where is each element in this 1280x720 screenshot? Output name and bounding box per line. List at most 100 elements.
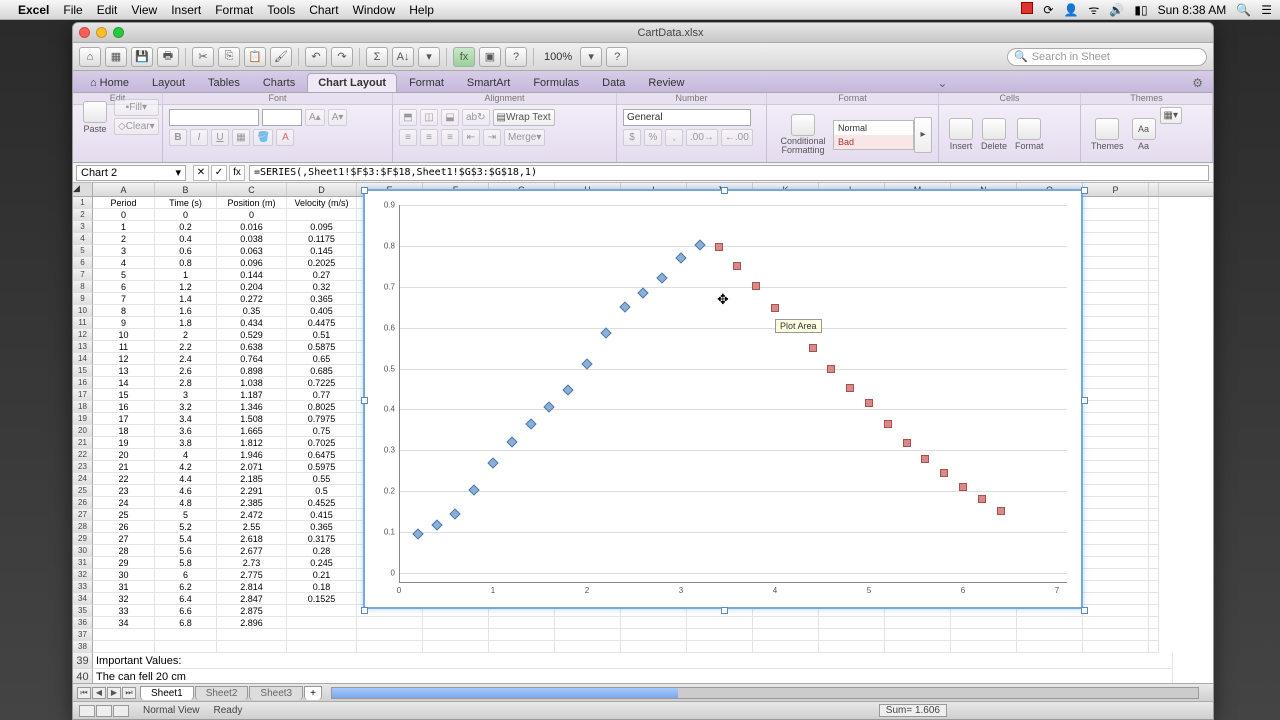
- themes-button[interactable]: Themes: [1087, 107, 1128, 162]
- data-cell[interactable]: 20: [93, 449, 155, 461]
- data-cell[interactable]: 3.6: [155, 425, 217, 437]
- data-cell[interactable]: 2.775: [217, 569, 287, 581]
- ribbon-settings-icon[interactable]: ⚙: [1188, 74, 1207, 92]
- resize-handle[interactable]: [361, 397, 368, 404]
- percent[interactable]: %: [644, 129, 662, 146]
- data-cell[interactable]: 2.6: [155, 365, 217, 377]
- resize-handle[interactable]: [721, 607, 728, 614]
- data-cell[interactable]: 0.764: [217, 353, 287, 365]
- data-cell[interactable]: 0.063: [217, 245, 287, 257]
- data-cell[interactable]: 5.8: [155, 557, 217, 569]
- filter-button[interactable]: ▾: [418, 47, 440, 67]
- data-cell[interactable]: 0.144: [217, 269, 287, 281]
- col-C[interactable]: C: [217, 183, 287, 196]
- col-P[interactable]: P: [1083, 183, 1149, 196]
- data-cell[interactable]: 0.1525: [287, 593, 357, 605]
- al-l[interactable]: ≡: [399, 129, 417, 146]
- data-cell[interactable]: 0.685: [287, 365, 357, 377]
- orient[interactable]: ab↻: [462, 109, 490, 126]
- data-cell[interactable]: 33: [93, 605, 155, 617]
- data-point[interactable]: [619, 302, 630, 313]
- data-cell[interactable]: 16: [93, 401, 155, 413]
- plot-area[interactable]: 00.10.20.30.40.50.60.70.80.901234567: [399, 205, 1067, 583]
- cell-styles[interactable]: NormalBad: [833, 120, 914, 150]
- indent-r[interactable]: ⇥: [483, 129, 501, 146]
- data-point[interactable]: [525, 418, 536, 429]
- data-point[interactable]: [921, 455, 929, 463]
- data-cell[interactable]: 1.187: [217, 389, 287, 401]
- data-cell[interactable]: 5: [155, 509, 217, 521]
- data-cell[interactable]: 15: [93, 389, 155, 401]
- data-point[interactable]: [544, 402, 555, 413]
- data-cell[interactable]: 2.185: [217, 473, 287, 485]
- resize-handle[interactable]: [1081, 607, 1088, 614]
- al-c[interactable]: ≡: [420, 129, 438, 146]
- data-cell[interactable]: 0.6: [155, 245, 217, 257]
- data-cell[interactable]: 1.946: [217, 449, 287, 461]
- data-point[interactable]: [959, 483, 967, 491]
- data-cell[interactable]: [287, 605, 357, 617]
- data-cell[interactable]: 4: [155, 449, 217, 461]
- data-point[interactable]: [657, 272, 668, 283]
- data-cell[interactable]: 8: [93, 305, 155, 317]
- data-cell[interactable]: 9: [93, 317, 155, 329]
- tab-layout[interactable]: Layout: [141, 73, 196, 92]
- data-cell[interactable]: 0.35: [217, 305, 287, 317]
- al-r[interactable]: ≡: [441, 129, 459, 146]
- col-A[interactable]: A: [93, 183, 155, 196]
- data-cell[interactable]: 0.28: [287, 545, 357, 557]
- data-cell[interactable]: 0.365: [287, 293, 357, 305]
- menu-tools[interactable]: Tools: [267, 3, 295, 17]
- data-point[interactable]: [469, 485, 480, 496]
- sheet-tab-sheet2[interactable]: Sheet2: [195, 686, 249, 700]
- al-t[interactable]: ⬒: [399, 109, 417, 126]
- al-b[interactable]: ⬓: [441, 109, 459, 126]
- data-cell[interactable]: [287, 209, 357, 221]
- data-cell[interactable]: 2.73: [217, 557, 287, 569]
- data-point[interactable]: [752, 282, 760, 290]
- menu-window[interactable]: Window: [353, 3, 396, 17]
- underline-button[interactable]: U: [211, 129, 229, 146]
- zoom-level[interactable]: 100%: [544, 51, 572, 63]
- ribbon-collapse-icon[interactable]: ⌄: [933, 74, 951, 92]
- data-cell[interactable]: 0.365: [287, 521, 357, 533]
- data-point[interactable]: [903, 439, 911, 447]
- data-point[interactable]: [563, 384, 574, 395]
- data-cell[interactable]: 0.415: [287, 509, 357, 521]
- data-cell[interactable]: 25: [93, 509, 155, 521]
- data-point[interactable]: [809, 344, 817, 352]
- data-cell[interactable]: 1.665: [217, 425, 287, 437]
- data-cell[interactable]: 4.4: [155, 473, 217, 485]
- menu-chart[interactable]: Chart: [309, 3, 338, 17]
- data-point[interactable]: [431, 519, 442, 530]
- data-point[interactable]: [715, 243, 723, 251]
- data-cell[interactable]: 0.4: [155, 233, 217, 245]
- styles-expand[interactable]: ▸: [914, 117, 932, 153]
- data-cell[interactable]: 0.55: [287, 473, 357, 485]
- data-cell[interactable]: 0: [217, 209, 287, 221]
- data-cell[interactable]: 0.7975: [287, 413, 357, 425]
- show-button[interactable]: ▣: [479, 47, 501, 67]
- data-cell[interactable]: 6.6: [155, 605, 217, 617]
- tab-chart-layout[interactable]: Chart Layout: [307, 73, 397, 92]
- data-cell[interactable]: 28: [93, 545, 155, 557]
- next-sheet[interactable]: ▶: [107, 687, 121, 699]
- data-cell[interactable]: 2.875: [217, 605, 287, 617]
- data-cell[interactable]: 0.3175: [287, 533, 357, 545]
- data-cell[interactable]: 12: [93, 353, 155, 365]
- fx-button[interactable]: fx: [453, 47, 475, 67]
- first-sheet[interactable]: ⏮: [77, 687, 91, 699]
- tab-smartart[interactable]: SmartArt: [456, 73, 521, 92]
- data-cell[interactable]: 0.18: [287, 581, 357, 593]
- data-cell[interactable]: 6.8: [155, 617, 217, 629]
- menu-help[interactable]: Help: [409, 3, 434, 17]
- header-cell[interactable]: Velocity (m/s): [287, 197, 357, 209]
- data-point[interactable]: [506, 436, 517, 447]
- font-name[interactable]: [169, 109, 259, 126]
- data-cell[interactable]: 29: [93, 557, 155, 569]
- paste-button[interactable]: 📋: [244, 47, 266, 67]
- data-point[interactable]: [846, 384, 854, 392]
- data-cell[interactable]: 24: [93, 497, 155, 509]
- view-normal[interactable]: [79, 705, 95, 717]
- data-cell[interactable]: 34: [93, 617, 155, 629]
